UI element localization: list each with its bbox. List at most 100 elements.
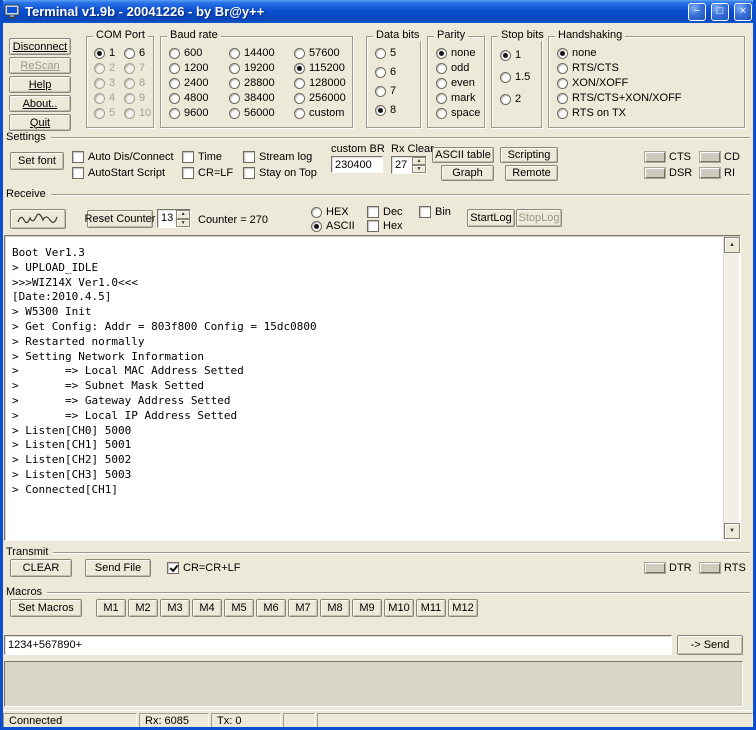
com-port-1-radio[interactable]: 1 (94, 47, 115, 59)
stay-on-top-checkbox[interactable]: Stay on Top (243, 167, 317, 179)
com-port-8-radio[interactable]: 8 (124, 77, 145, 89)
clear-transmit-button[interactable]: CLEAR (10, 559, 72, 577)
macro-m5-button[interactable]: M5 (224, 599, 254, 617)
send-input[interactable] (4, 635, 672, 655)
send-file-button[interactable]: Send File (85, 559, 151, 577)
baud-2400-radio[interactable]: 2400 (169, 77, 208, 89)
reset-counter-button[interactable]: Reset Counter (85, 210, 155, 228)
time-checkbox[interactable]: Time (182, 151, 222, 163)
macro-m4-button[interactable]: M4 (192, 599, 222, 617)
macro-m9-button[interactable]: M9 (352, 599, 382, 617)
graph-button[interactable]: Graph (441, 165, 494, 181)
start-log-button[interactable]: StartLog (467, 209, 515, 227)
spinner-up-icon[interactable]: ▲ (412, 157, 426, 165)
help-button[interactable]: Help (9, 76, 71, 93)
spinner-up-icon[interactable]: ▲ (176, 210, 190, 219)
scroll-down-icon[interactable]: ▼ (724, 523, 740, 539)
cr-crlf-checkbox[interactable]: CR=CR+LF (167, 562, 240, 574)
stream-log-checkbox[interactable]: Stream log (243, 151, 312, 163)
minimize-button[interactable]: − (688, 2, 706, 21)
parity-mark-radio[interactable]: mark (436, 92, 475, 104)
com-port-10-radio[interactable]: 10 (124, 107, 151, 119)
data-bits-7-radio[interactable]: 7 (375, 85, 396, 97)
baud-custom-radio[interactable]: custom (294, 107, 344, 119)
handshaking-rts-on-tx-radio[interactable]: RTS on TX (557, 107, 626, 119)
baud-57600-radio[interactable]: 57600 (294, 47, 340, 59)
titlebar[interactable]: Terminal v1.9b - 20041226 - by Br@y++ − … (0, 0, 756, 23)
com-port-2-radio[interactable]: 2 (94, 62, 115, 74)
stop-bits-1-radio[interactable]: 1 (500, 49, 521, 61)
hex-display-radio[interactable]: HEX (311, 206, 349, 218)
handshaking-xonxoff-radio[interactable]: XON/XOFF (557, 77, 628, 89)
macro-m3-button[interactable]: M3 (160, 599, 190, 617)
data-bits-6-radio[interactable]: 6 (375, 66, 396, 78)
dec-checkbox[interactable]: Dec (367, 206, 403, 218)
ascii-table-button[interactable]: ASCII table (432, 147, 494, 163)
receive-terminal[interactable]: Boot Ver1.3 > UPLOAD_IDLE >>>WIZ14X Ver1… (4, 235, 741, 541)
stop-bits-1-5-radio[interactable]: 1.5 (500, 71, 530, 83)
quit-button[interactable]: Quit (9, 114, 71, 131)
handshaking-rtscts-xonxoff-radio[interactable]: RTS/CTS+XON/XOFF (557, 92, 682, 104)
rx-clear-spinner[interactable]: 27 ▲ ▼ (391, 156, 427, 174)
macro-m10-button[interactable]: M10 (384, 599, 414, 617)
set-font-button[interactable]: Set font (10, 152, 64, 170)
close-button[interactable]: × (734, 2, 752, 21)
parity-space-radio[interactable]: space (436, 107, 480, 119)
macro-m11-button[interactable]: M11 (416, 599, 446, 617)
com-port-5-radio[interactable]: 5 (94, 107, 115, 119)
baud-14400-radio[interactable]: 14400 (229, 47, 275, 59)
macro-m12-button[interactable]: M12 (448, 599, 478, 617)
remote-button[interactable]: Remote (505, 165, 558, 181)
data-bits-8-radio[interactable]: 8 (375, 104, 396, 116)
baud-1200-radio[interactable]: 1200 (169, 62, 208, 74)
baud-128000-radio[interactable]: 128000 (294, 77, 346, 89)
baud-4800-radio[interactable]: 4800 (169, 92, 208, 104)
baud-600-radio[interactable]: 600 (169, 47, 202, 59)
macro-m1-button[interactable]: M1 (96, 599, 126, 617)
stop-bits-2-radio[interactable]: 2 (500, 93, 521, 105)
baud-19200-radio[interactable]: 19200 (229, 62, 275, 74)
macro-m8-button[interactable]: M8 (320, 599, 350, 617)
scripting-button[interactable]: Scripting (500, 147, 558, 163)
set-macros-button[interactable]: Set Macros (10, 599, 82, 617)
bin-checkbox[interactable]: Bin (419, 206, 451, 218)
custom-br-input[interactable] (331, 156, 383, 173)
counter-spinner[interactable]: 13 ▲ ▼ (157, 209, 191, 228)
maximize-button[interactable]: □ (711, 2, 729, 21)
stop-log-button[interactable]: StopLog (516, 209, 562, 227)
auto-disconnect-checkbox[interactable]: Auto Dis/Connect (72, 151, 174, 163)
com-port-3-radio[interactable]: 3 (94, 77, 115, 89)
clear-receive-button[interactable] (10, 209, 66, 229)
baud-256000-radio[interactable]: 256000 (294, 92, 346, 104)
scroll-up-icon[interactable]: ▲ (724, 237, 740, 253)
cr-lf-checkbox[interactable]: CR=LF (182, 167, 233, 179)
send-button[interactable]: -> Send (677, 635, 743, 655)
parity-none-radio[interactable]: none (436, 47, 475, 59)
com-port-9-radio[interactable]: 9 (124, 92, 145, 104)
transmit-history-area[interactable] (4, 661, 743, 707)
macro-m6-button[interactable]: M6 (256, 599, 286, 617)
handshaking-rtscts-radio[interactable]: RTS/CTS (557, 62, 619, 74)
spinner-down-icon[interactable]: ▼ (412, 165, 426, 173)
baud-9600-radio[interactable]: 9600 (169, 107, 208, 119)
com-port-6-radio[interactable]: 6 (124, 47, 145, 59)
disconnect-button[interactable]: Disconnect (9, 38, 71, 55)
baud-38400-radio[interactable]: 38400 (229, 92, 275, 104)
about-button[interactable]: About.. (9, 95, 71, 112)
spinner-down-icon[interactable]: ▼ (176, 218, 190, 227)
com-port-7-radio[interactable]: 7 (124, 62, 145, 74)
terminal-scrollbar[interactable]: ▲ ▼ (723, 237, 740, 539)
hex-checkbox[interactable]: Hex (367, 220, 403, 232)
baud-56000-radio[interactable]: 56000 (229, 107, 275, 119)
baud-115200-radio[interactable]: 115200 (294, 62, 345, 74)
ascii-display-radio[interactable]: ASCII (311, 220, 355, 232)
macro-m7-button[interactable]: M7 (288, 599, 318, 617)
autostart-script-checkbox[interactable]: AutoStart Script (72, 167, 165, 179)
parity-even-radio[interactable]: even (436, 77, 475, 89)
parity-odd-radio[interactable]: odd (436, 62, 469, 74)
com-port-4-radio[interactable]: 4 (94, 92, 115, 104)
macro-m2-button[interactable]: M2 (128, 599, 158, 617)
baud-28800-radio[interactable]: 28800 (229, 77, 275, 89)
rescan-button[interactable]: ReScan (9, 57, 71, 74)
handshaking-none-radio[interactable]: none (557, 47, 596, 59)
